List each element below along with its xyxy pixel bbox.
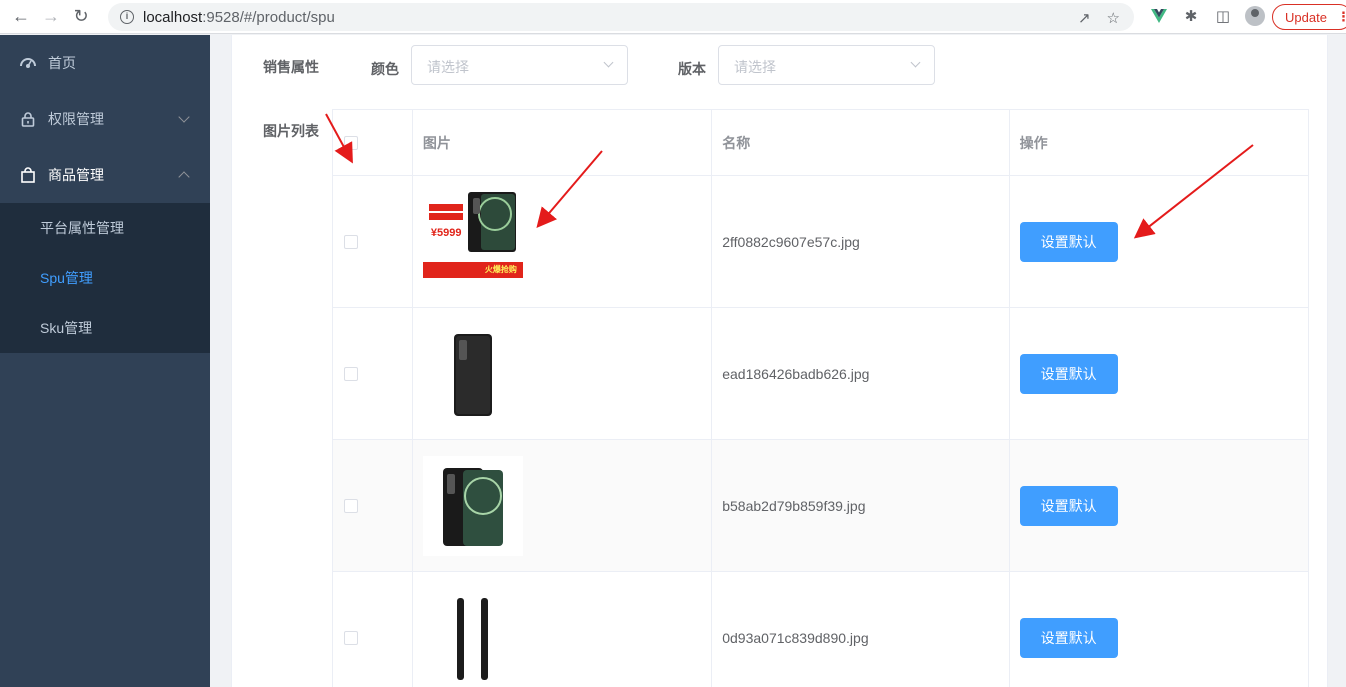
table-header: 图片 名称 操作 bbox=[333, 110, 1308, 176]
sidebar-item-permission[interactable]: 权限管理 bbox=[0, 91, 210, 147]
row-checkbox[interactable] bbox=[344, 498, 358, 513]
more-vert-icon[interactable]: ⋮ bbox=[1337, 9, 1346, 25]
image-name: 0d93a071c839d890.jpg bbox=[712, 572, 1010, 687]
main-content: 销售属性 颜色 请选择 版本 请选择 图片列表 图片 名称 操作 ¥5999 火… bbox=[210, 35, 1346, 687]
header-name: 名称 bbox=[712, 110, 1010, 175]
chevron-up-icon bbox=[178, 171, 190, 183]
side-panel-icon[interactable]: ◫ bbox=[1212, 5, 1234, 27]
sidebar: 首页 权限管理 商品管理 平台属性管理 Spu管理 Sku管理 bbox=[0, 35, 210, 687]
image-list-label: 图片列表 bbox=[263, 123, 319, 139]
header-select-all bbox=[333, 110, 413, 175]
image-name: 2ff0882c9607e57c.jpg bbox=[712, 176, 1010, 307]
color-label: 颜色 bbox=[371, 61, 399, 77]
back-icon[interactable]: ← bbox=[6, 2, 36, 32]
sidebar-item-home[interactable]: 首页 bbox=[0, 35, 210, 91]
sidebar-subitem-label: Sku管理 bbox=[40, 320, 93, 336]
product-image bbox=[422, 455, 523, 556]
set-default-button[interactable]: 设置默认 bbox=[1019, 221, 1118, 262]
sidebar-item-label: 权限管理 bbox=[48, 111, 104, 127]
row-checkbox[interactable] bbox=[344, 630, 358, 645]
sidebar-subitem-spu[interactable]: Spu管理 bbox=[0, 253, 210, 303]
table-row: ead186426badb626.jpg 设置默认 bbox=[333, 308, 1308, 440]
product-image: ¥5999 火爆抢购 bbox=[422, 191, 523, 292]
color-select-placeholder: 请选择 bbox=[427, 59, 469, 75]
reload-icon[interactable]: ↻ bbox=[66, 2, 96, 32]
row-checkbox[interactable] bbox=[344, 234, 358, 249]
bookmark-star-icon[interactable]: ☆ bbox=[1107, 9, 1120, 27]
update-label: Update bbox=[1285, 9, 1327, 25]
address-bar[interactable]: i localhost:9528/#/product/spu ↗ ☆ bbox=[108, 3, 1134, 31]
share-icon[interactable]: ↗ bbox=[1078, 9, 1091, 27]
site-info-icon[interactable]: i bbox=[120, 10, 134, 24]
chevron-down-icon bbox=[603, 57, 614, 68]
update-button[interactable]: Update ⋮ bbox=[1272, 4, 1346, 30]
sidebar-subitem-sku[interactable]: Sku管理 bbox=[0, 303, 210, 353]
chevron-down-icon bbox=[910, 57, 921, 68]
extensions-puzzle-icon[interactable]: ✱ bbox=[1180, 5, 1202, 27]
set-default-button[interactable]: 设置默认 bbox=[1019, 617, 1118, 658]
sidebar-subitem-label: Spu管理 bbox=[40, 270, 93, 286]
version-select-placeholder: 请选择 bbox=[734, 59, 776, 75]
set-default-button[interactable]: 设置默认 bbox=[1019, 485, 1118, 526]
header-actions: 操作 bbox=[1019, 134, 1048, 151]
promo-price: ¥5999 bbox=[430, 226, 462, 239]
lock-icon bbox=[20, 111, 36, 127]
image-table: 图片 名称 操作 ¥5999 火爆抢购 2ff0882c9607e57c.jpg… bbox=[332, 109, 1309, 687]
vue-devtools-icon[interactable] bbox=[1148, 5, 1170, 27]
dashboard-icon bbox=[20, 55, 36, 71]
image-name: b58ab2d79b859f39.jpg bbox=[712, 440, 1010, 571]
version-select[interactable]: 请选择 bbox=[718, 45, 935, 85]
url-text: localhost:9528/#/product/spu bbox=[143, 9, 335, 26]
set-default-button[interactable]: 设置默认 bbox=[1019, 353, 1118, 394]
table-row: b58ab2d79b859f39.jpg 设置默认 bbox=[333, 440, 1308, 572]
spu-form-card: 销售属性 颜色 请选择 版本 请选择 图片列表 图片 名称 操作 ¥5999 火… bbox=[231, 35, 1328, 687]
table-row: ¥5999 火爆抢购 2ff0882c9607e57c.jpg 设置默认 bbox=[333, 176, 1308, 308]
color-select[interactable]: 请选择 bbox=[411, 45, 628, 85]
shopping-bag-icon bbox=[20, 167, 36, 183]
sidebar-item-product[interactable]: 商品管理 bbox=[0, 147, 210, 203]
sidebar-item-label: 商品管理 bbox=[48, 167, 104, 183]
image-name: ead186426badb626.jpg bbox=[712, 308, 1010, 439]
product-image bbox=[422, 587, 523, 687]
table-row: 0d93a071c839d890.jpg 设置默认 bbox=[333, 572, 1308, 687]
sale-attr-label: 销售属性 bbox=[263, 59, 319, 75]
url-path: :9528/#/product/spu bbox=[202, 8, 335, 26]
row-checkbox[interactable] bbox=[344, 366, 358, 381]
product-image bbox=[422, 323, 523, 424]
header-image: 图片 bbox=[413, 110, 713, 175]
version-label: 版本 bbox=[678, 61, 706, 77]
chevron-down-icon bbox=[178, 111, 190, 123]
profile-avatar-icon[interactable] bbox=[1244, 5, 1266, 27]
url-host: localhost bbox=[143, 8, 203, 26]
sidebar-subitem-label: 平台属性管理 bbox=[40, 220, 124, 236]
select-all-checkbox[interactable] bbox=[344, 135, 358, 150]
promo-text: 火爆抢购 bbox=[484, 264, 517, 274]
submenu-product: 平台属性管理 Spu管理 Sku管理 bbox=[0, 203, 210, 353]
forward-icon[interactable]: → bbox=[36, 2, 66, 32]
sidebar-subitem-attr[interactable]: 平台属性管理 bbox=[0, 203, 210, 253]
sidebar-item-label: 首页 bbox=[48, 55, 76, 71]
browser-toolbar: ← → ↻ i localhost:9528/#/product/spu ↗ ☆… bbox=[0, 0, 1346, 34]
